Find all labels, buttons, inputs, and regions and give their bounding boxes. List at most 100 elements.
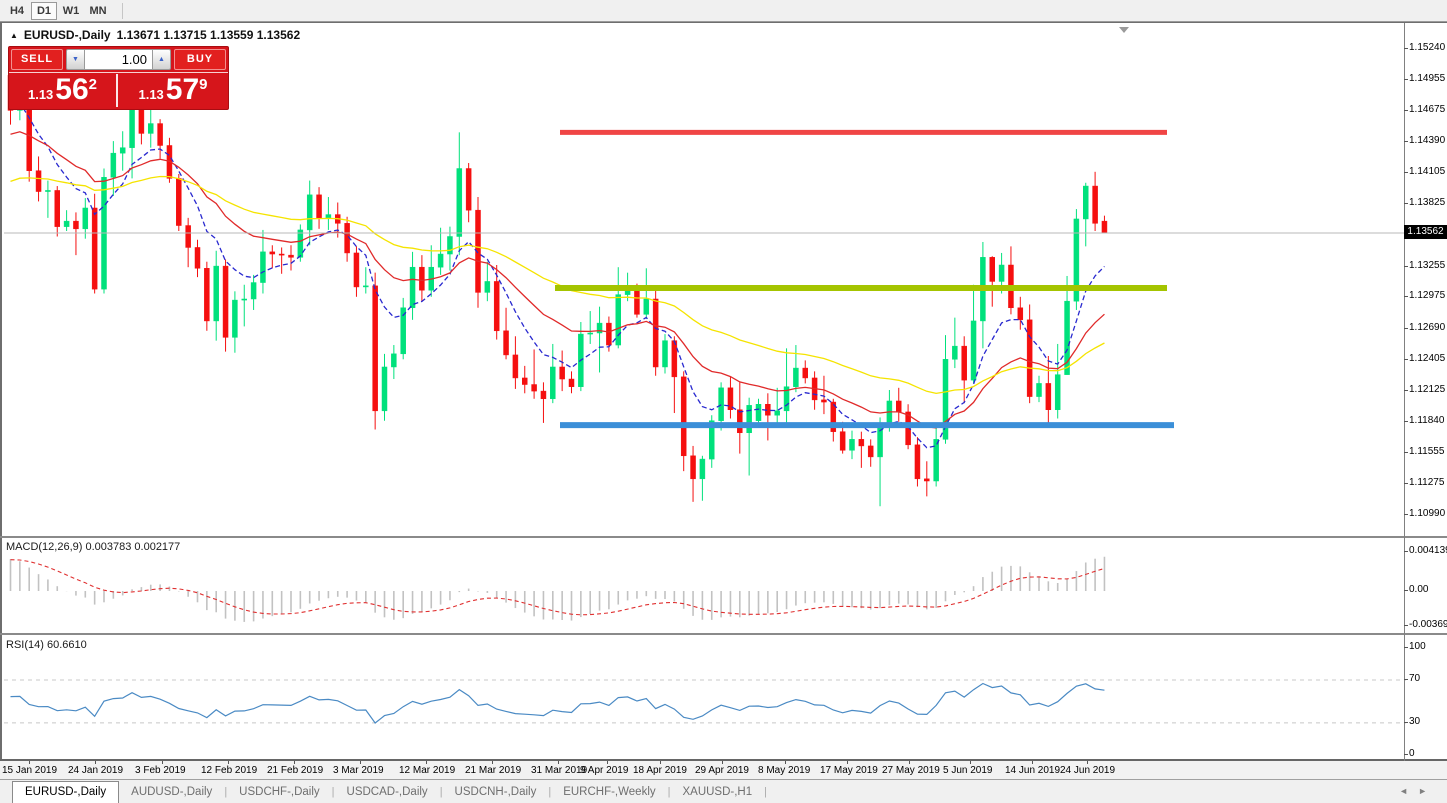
price-axis-label: 1.14675 <box>1409 103 1446 115</box>
macd-axis-label: 0.004139 <box>1409 545 1447 557</box>
date-axis-tick <box>162 761 163 764</box>
chart-ohlc-values: 1.13671 1.13715 1.13559 1.13562 <box>116 28 301 42</box>
timeframe-button-mn[interactable]: MN <box>85 2 111 20</box>
macd-indicator-label: MACD(12,26,9) 0.003783 0.002177 <box>6 541 181 553</box>
date-axis-label: 12 Feb 2019 <box>201 765 258 776</box>
chart-tab-eurchf[interactable]: EURCHF-,Weekly <box>551 782 667 803</box>
date-axis-tick <box>426 761 427 764</box>
rsi-chart-canvas[interactable] <box>4 636 1406 760</box>
date-axis-tick <box>360 761 361 764</box>
price-axis-label: 1.12125 <box>1409 383 1446 395</box>
rsi-axis-label: 0 <box>1409 748 1415 759</box>
macd-chart-canvas[interactable] <box>4 539 1406 634</box>
timeframe-button-d1[interactable]: D1 <box>31 1 57 20</box>
mt4-terminal: H4 D1 W1 MN ▲ EURUSD-,Daily 1.13671 1.13715… <box>0 0 1447 803</box>
rsi-axis-label: 100 <box>1409 640 1426 652</box>
price-axis-tick <box>1404 172 1408 174</box>
price-axis-label: 1.14105 <box>1409 166 1446 178</box>
date-axis-label: 21 Mar 2019 <box>465 765 522 776</box>
date-axis-tick <box>785 761 786 764</box>
buy-price-prefix: 1.13 <box>138 87 164 102</box>
date-axis-label: 15 Jan 2019 <box>2 765 58 776</box>
chart-tab-usdcad[interactable]: USDCAD-,Daily <box>335 782 440 803</box>
volume-input[interactable]: 1.00 <box>85 49 152 70</box>
price-axis-tick <box>1404 203 1408 205</box>
current-price-tag: 1.13562 <box>1404 224 1447 239</box>
rsi-axis-tick <box>1404 754 1408 755</box>
price-axis-tick <box>1404 109 1408 111</box>
buy-price-display[interactable]: 1.13 57 9 <box>118 73 228 108</box>
price-axis-tick <box>1404 452 1408 454</box>
date-axis-tick <box>228 761 229 764</box>
chart-tab-usdcnh[interactable]: USDCNH-,Daily <box>443 782 549 803</box>
timeframe-toolbar: H4 D1 W1 MN <box>0 0 1447 22</box>
tab-scroll-arrows[interactable]: ◄► <box>1399 786 1437 796</box>
price-axis-label: 1.11555 <box>1409 446 1445 458</box>
price-axis-tick <box>1404 296 1408 298</box>
date-axis-tick <box>29 761 30 764</box>
date-axis-tick <box>909 761 910 764</box>
date-axis-label: 5 Jun 2019 <box>943 765 993 776</box>
date-axis-label: 27 May 2019 <box>882 765 940 776</box>
rsi-axis-tick <box>1404 678 1408 680</box>
date-axis-tick <box>722 761 723 764</box>
chart-tab-usdchf[interactable]: USDCHF-,Daily <box>227 782 332 803</box>
date-axis-tick <box>492 761 493 764</box>
date-axis-label: 17 May 2019 <box>820 765 878 776</box>
date-axis-label: 12 Mar 2019 <box>399 765 456 776</box>
date-axis-tick <box>970 761 971 764</box>
price-axis-label: 1.12690 <box>1409 321 1446 333</box>
tab-scroll-left-icon[interactable]: ◄ <box>1399 786 1418 796</box>
chart-tab-audusd[interactable]: AUDUSD-,Daily <box>119 782 224 803</box>
sell-price-display[interactable]: 1.13 56 2 <box>9 73 116 108</box>
price-axis-label: 1.10990 <box>1409 508 1446 519</box>
price-axis-label: 1.11275 <box>1409 476 1445 488</box>
tab-scroll-right-icon[interactable]: ► <box>1418 786 1437 796</box>
price-axis-tick <box>1404 420 1408 422</box>
timeframe-button-h4[interactable]: H4 <box>4 2 30 20</box>
collapse-triangle-icon[interactable]: ▲ <box>10 31 18 40</box>
volume-increase-button[interactable]: ▲ <box>152 49 171 70</box>
chart-window <box>0 22 1447 761</box>
chart-symbol-label: EURUSD-,Daily <box>23 28 111 42</box>
date-axis-label: 24 Jan 2019 <box>68 765 124 776</box>
date-axis-tick <box>294 761 295 764</box>
timeframe-button-w1[interactable]: W1 <box>58 2 84 20</box>
date-axis-tick <box>607 761 608 764</box>
sell-price-pip: 2 <box>88 76 98 93</box>
macd-axis-tick <box>1404 624 1408 626</box>
one-click-trading-panel: SELL ▼ 1.00 ▲ BUY 1.13 56 2 1.13 57 9 <box>8 46 229 110</box>
price-axis-label: 1.12975 <box>1409 290 1446 302</box>
rsi-axis-label: 70 <box>1409 672 1421 684</box>
price-axis-tick <box>1404 358 1408 360</box>
chart-tab-xauusd[interactable]: XAUUSD-,H1 <box>670 782 764 803</box>
date-axis-label: 31 Mar 2019 <box>531 765 588 776</box>
panel-separator-rsi[interactable] <box>0 633 1447 635</box>
price-axis-tick <box>1404 141 1408 143</box>
sell-button[interactable]: SELL <box>11 49 63 70</box>
chart-tab-eurusd[interactable]: EURUSD-,Daily <box>12 781 120 803</box>
buy-button[interactable]: BUY <box>174 49 226 70</box>
date-axis-label: 14 Jun 2019 <box>1005 765 1061 776</box>
macd-axis-tick <box>1404 551 1408 553</box>
date-axis-label: 29 Apr 2019 <box>695 765 749 776</box>
price-axis-tick <box>1404 265 1408 267</box>
macd-axis-label: -0.003699 <box>1409 618 1447 630</box>
rsi-axis-label: 30 <box>1409 715 1421 727</box>
date-axis-label: 8 May 2019 <box>758 765 811 776</box>
price-axis-tick <box>1404 79 1408 81</box>
price-axis-tick <box>1404 514 1408 515</box>
volume-decrease-button[interactable]: ▼ <box>66 49 85 70</box>
tab-separator: | <box>764 786 767 798</box>
price-axis-tick <box>1404 327 1408 329</box>
date-axis-label: 3 Feb 2019 <box>135 765 186 776</box>
chart-shift-marker-icon[interactable] <box>1119 27 1129 33</box>
buy-price-main: 57 <box>165 73 200 106</box>
chart-title: ▲ EURUSD-,Daily 1.13671 1.13715 1.13559 … <box>10 28 300 42</box>
rsi-axis-tick <box>1404 721 1408 723</box>
panel-separator-macd[interactable] <box>0 536 1447 538</box>
rsi-axis-tick <box>1404 646 1408 648</box>
buy-price-pip: 9 <box>199 76 208 93</box>
macd-axis-tick <box>1404 590 1408 591</box>
rsi-indicator-label: RSI(14) 60.6610 <box>6 639 87 651</box>
